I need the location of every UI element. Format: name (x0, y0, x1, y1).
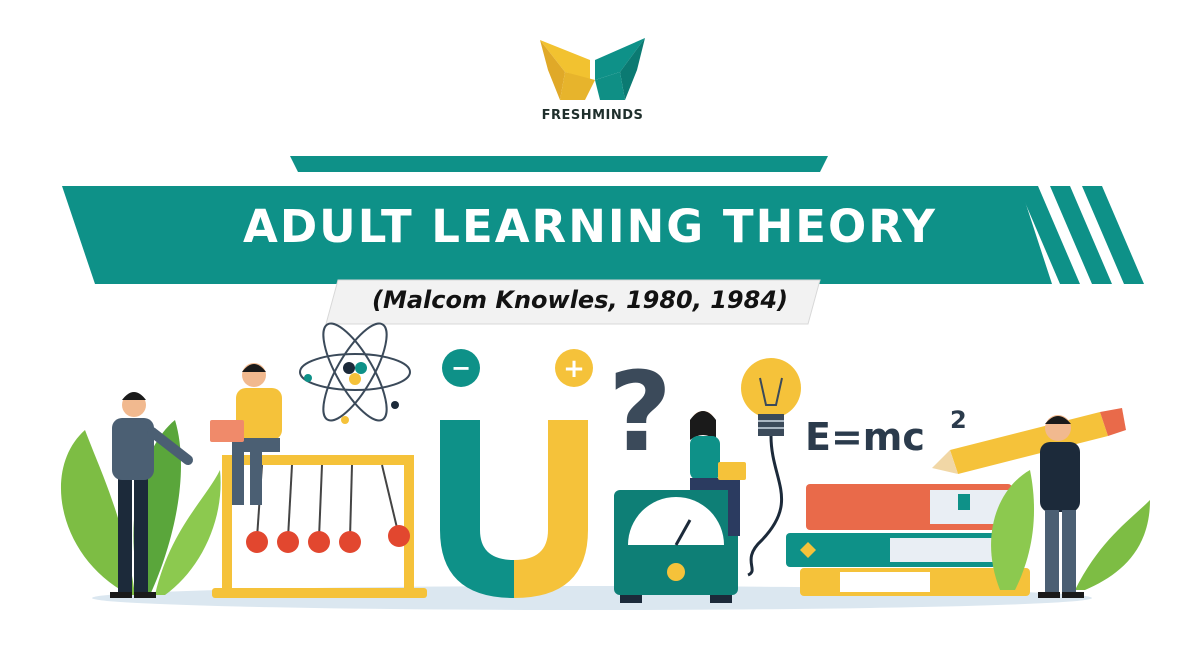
brand-name: FRESHMINDS (541, 108, 644, 123)
atom-icon (299, 322, 411, 424)
formula-text: E=mc (805, 415, 925, 459)
question-mark-icon: ? (608, 348, 672, 476)
page-title: ADULT LEARNING THEORY (243, 200, 937, 253)
magnet-minus-label: − (451, 354, 471, 382)
infographic: − + ? E=mc 2 FRESHMINDS ADULT LEARNING T… (0, 0, 1185, 667)
meter-icon (614, 490, 738, 603)
magnet-icon: − + (440, 349, 593, 598)
illustration-canvas: − + ? E=mc 2 (60, 38, 1150, 610)
banner-top-stripe (290, 156, 828, 172)
man-with-laptop (210, 363, 282, 505)
newtons-cradle-icon (212, 455, 427, 598)
page-subtitle: (Malcom Knowles, 1980, 1984) (372, 286, 788, 314)
formula-exponent: 2 (950, 406, 967, 434)
freshminds-logo (540, 38, 645, 100)
magnet-plus-label: + (563, 354, 585, 384)
